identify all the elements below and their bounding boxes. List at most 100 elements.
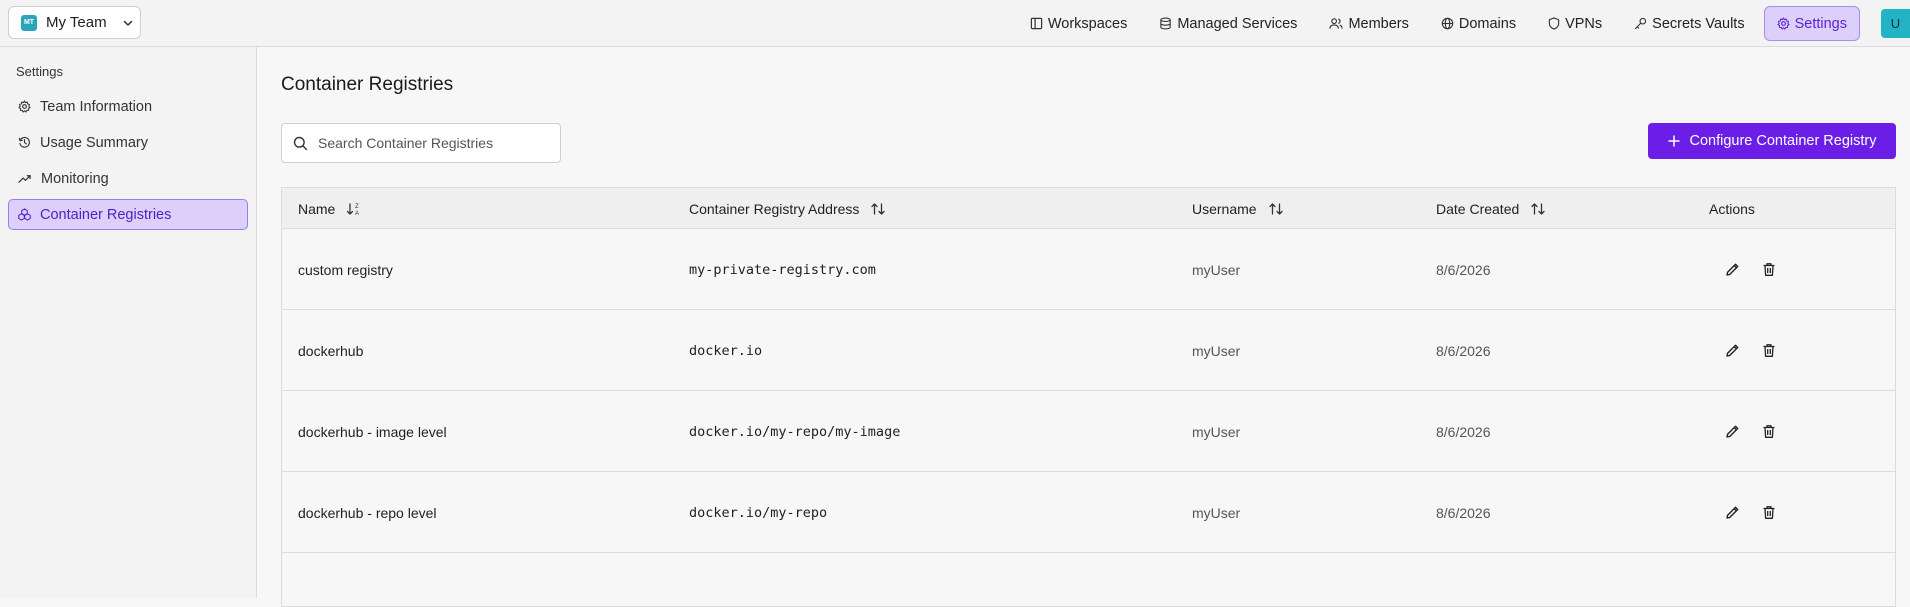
trash-icon[interactable] bbox=[1762, 505, 1776, 520]
workspaces-icon bbox=[1030, 17, 1043, 30]
table-row: dockerhub docker.io myUser 8/6/2026 bbox=[282, 310, 1895, 391]
settings-sidebar: Settings Team Information Usage Summary … bbox=[0, 47, 257, 598]
globe-icon bbox=[1441, 17, 1454, 30]
sidebar-item-label: Usage Summary bbox=[40, 135, 148, 151]
history-icon bbox=[18, 136, 31, 149]
sidebar-item-label: Monitoring bbox=[41, 171, 109, 187]
registry-name: dockerhub - image level bbox=[298, 391, 447, 472]
sidebar-heading: Settings bbox=[16, 64, 63, 79]
sort-icon[interactable] bbox=[1530, 202, 1546, 216]
column-actions: Actions bbox=[1709, 188, 1755, 229]
nav-vpns[interactable]: VPNs bbox=[1535, 6, 1615, 41]
page-title: Container Registries bbox=[281, 74, 453, 96]
edit-icon[interactable] bbox=[1725, 505, 1740, 520]
edit-icon[interactable] bbox=[1725, 343, 1740, 358]
nav-vpns-label: VPNs bbox=[1565, 16, 1602, 32]
nav-domains-label: Domains bbox=[1459, 16, 1516, 32]
trend-icon bbox=[18, 172, 32, 185]
registry-address: docker.io bbox=[689, 310, 762, 391]
column-address-label: Container Registry Address bbox=[689, 201, 859, 217]
column-date-label: Date Created bbox=[1436, 201, 1519, 217]
registry-date: 8/6/2026 bbox=[1436, 310, 1491, 391]
registry-username: myUser bbox=[1192, 472, 1240, 553]
search-box[interactable] bbox=[281, 123, 561, 163]
nav-workspaces[interactable]: Workspaces bbox=[1017, 6, 1141, 41]
column-name: Name ZA bbox=[298, 188, 362, 229]
configure-container-registry-button[interactable]: Configure Container Registry bbox=[1648, 123, 1896, 159]
nav-managed-services-label: Managed Services bbox=[1177, 16, 1297, 32]
registry-username: myUser bbox=[1192, 310, 1240, 391]
table-row: dockerhub - repo level docker.io/my-repo… bbox=[282, 472, 1895, 553]
registry-username: myUser bbox=[1192, 391, 1240, 472]
row-actions bbox=[1725, 391, 1776, 472]
nav-settings[interactable]: Settings bbox=[1764, 6, 1860, 41]
column-date-created: Date Created bbox=[1436, 188, 1546, 229]
column-name-label: Name bbox=[298, 201, 335, 217]
registry-address: docker.io/my-repo bbox=[689, 472, 827, 553]
registry-date: 8/6/2026 bbox=[1436, 472, 1491, 553]
members-icon bbox=[1329, 17, 1343, 30]
database-icon bbox=[1159, 17, 1172, 30]
registry-username: myUser bbox=[1192, 229, 1240, 310]
gear-icon bbox=[18, 100, 31, 113]
sidebar-item-label: Team Information bbox=[40, 99, 152, 115]
team-switcher-button[interactable]: MT My Team bbox=[8, 6, 141, 39]
column-address: Container Registry Address bbox=[689, 188, 886, 229]
nav-workspaces-label: Workspaces bbox=[1048, 16, 1128, 32]
registry-name: dockerhub bbox=[298, 310, 363, 391]
top-bar: MT My Team Workspaces Managed Services M… bbox=[0, 0, 1910, 47]
gear-icon bbox=[1777, 17, 1790, 30]
team-name: My Team bbox=[46, 14, 107, 31]
edit-icon[interactable] bbox=[1725, 262, 1740, 277]
main-content: Container Registries Configure Container… bbox=[258, 47, 1910, 598]
nav-members-label: Members bbox=[1348, 16, 1408, 32]
chevron-down-icon bbox=[122, 17, 134, 29]
registry-date: 8/6/2026 bbox=[1436, 391, 1491, 472]
team-avatar: MT bbox=[21, 15, 37, 31]
nav-secrets-vaults[interactable]: Secrets Vaults bbox=[1621, 6, 1757, 41]
row-actions bbox=[1725, 310, 1776, 391]
trash-icon[interactable] bbox=[1762, 424, 1776, 439]
search-icon bbox=[293, 136, 308, 151]
registry-name: custom registry bbox=[298, 229, 393, 310]
registry-address: my-private-registry.com bbox=[689, 229, 876, 310]
row-actions bbox=[1725, 472, 1776, 553]
column-username-label: Username bbox=[1192, 201, 1257, 217]
table-header: Name ZA Container Registry Address Usern… bbox=[282, 188, 1895, 229]
svg-text:Z: Z bbox=[355, 204, 359, 210]
table-row: custom registry my-private-registry.com … bbox=[282, 229, 1895, 310]
user-avatar[interactable]: U bbox=[1881, 9, 1910, 38]
sidebar-item-team-information[interactable]: Team Information bbox=[8, 91, 248, 122]
top-nav: Workspaces Managed Services Members Doma… bbox=[1017, 6, 1860, 41]
row-actions bbox=[1725, 229, 1776, 310]
nav-managed-services[interactable]: Managed Services bbox=[1146, 6, 1310, 41]
nav-members[interactable]: Members bbox=[1316, 6, 1421, 41]
registry-name: dockerhub - repo level bbox=[298, 472, 437, 553]
registries-table: Name ZA Container Registry Address Usern… bbox=[281, 187, 1896, 607]
sidebar-item-monitoring[interactable]: Monitoring bbox=[8, 163, 248, 194]
svg-text:A: A bbox=[355, 211, 359, 216]
sort-descending-icon[interactable]: ZA bbox=[346, 202, 362, 216]
configure-button-label: Configure Container Registry bbox=[1690, 133, 1877, 149]
shield-icon bbox=[1548, 17, 1560, 30]
edit-icon[interactable] bbox=[1725, 424, 1740, 439]
column-actions-label: Actions bbox=[1709, 201, 1755, 217]
sort-icon[interactable] bbox=[870, 202, 886, 216]
plus-icon bbox=[1668, 135, 1680, 147]
sidebar-item-container-registries[interactable]: Container Registries bbox=[8, 199, 248, 230]
registry-date: 8/6/2026 bbox=[1436, 229, 1491, 310]
trash-icon[interactable] bbox=[1762, 343, 1776, 358]
nav-domains[interactable]: Domains bbox=[1428, 6, 1529, 41]
sidebar-item-label: Container Registries bbox=[40, 207, 171, 223]
key-icon bbox=[1634, 17, 1647, 30]
table-row: dockerhub - image level docker.io/my-rep… bbox=[282, 391, 1895, 472]
column-username: Username bbox=[1192, 188, 1284, 229]
nav-secrets-vaults-label: Secrets Vaults bbox=[1652, 16, 1744, 32]
search-input[interactable] bbox=[318, 135, 538, 151]
nav-settings-label: Settings bbox=[1795, 16, 1847, 32]
trash-icon[interactable] bbox=[1762, 262, 1776, 277]
sidebar-item-usage-summary[interactable]: Usage Summary bbox=[8, 127, 248, 158]
registry-address: docker.io/my-repo/my-image bbox=[689, 391, 900, 472]
containers-icon bbox=[18, 208, 31, 221]
sort-icon[interactable] bbox=[1268, 202, 1284, 216]
